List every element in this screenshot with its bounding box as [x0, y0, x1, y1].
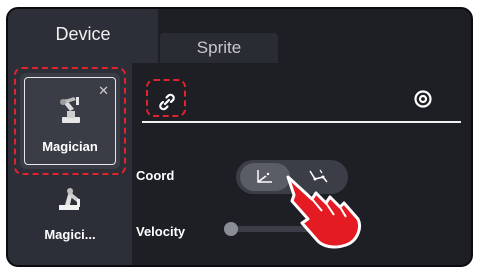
- device-sidebar: ✕ Magician Magici...: [8, 63, 132, 265]
- device-label: Magician: [42, 139, 98, 154]
- device-card-magician-2[interactable]: Magici...: [20, 183, 120, 263]
- robot-arm-icon: [60, 97, 80, 123]
- connection-divider: [142, 121, 461, 123]
- tab-sprite[interactable]: Sprite: [160, 33, 278, 63]
- coord-label: Coord: [136, 168, 175, 183]
- velocity-label: Velocity: [136, 224, 186, 239]
- tab-sprite-label: Sprite: [196, 38, 242, 57]
- app-window: Device Sprite ✕ Magician Magici... Coord…: [6, 7, 473, 267]
- target-icon[interactable]: [413, 89, 433, 109]
- close-icon[interactable]: ✕: [98, 84, 109, 97]
- robot-arm-icon: [59, 188, 80, 210]
- device-card-inner: ✕ Magician: [24, 77, 116, 165]
- device-card-magician[interactable]: ✕ Magician: [20, 73, 120, 169]
- connection-row: [142, 77, 461, 123]
- tab-device-label: Device: [55, 23, 111, 44]
- link-icon[interactable]: [156, 91, 178, 113]
- device-panel: Coord Velocity: [132, 63, 471, 265]
- velocity-slider-knob[interactable]: [224, 222, 238, 236]
- tab-device[interactable]: Device: [8, 9, 158, 63]
- device-label: Magici...: [44, 227, 96, 242]
- cartesian-coord-icon: [257, 170, 272, 183]
- pointing-hand-icon: [286, 175, 361, 249]
